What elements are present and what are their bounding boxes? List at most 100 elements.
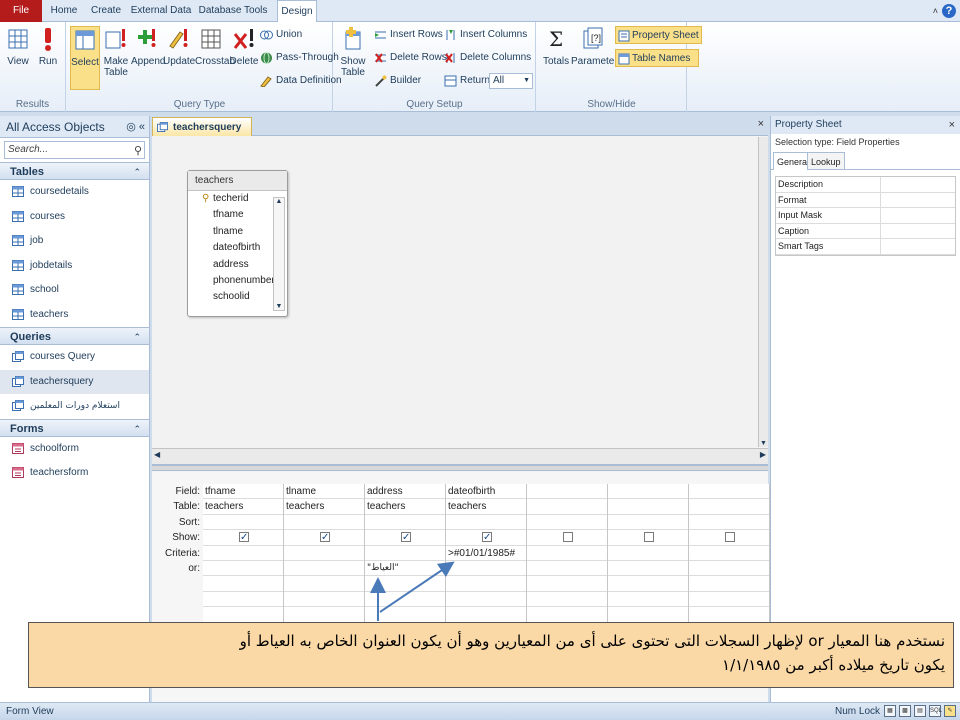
grid-cell-field[interactable]: dateofbirth [446,484,526,500]
grid-cell-empty[interactable] [365,607,445,623]
show-checkbox[interactable] [725,532,735,543]
delete-columns-button[interactable]: Delete Columns [444,49,531,67]
property-value[interactable] [881,239,955,254]
grid-cell-or[interactable] [284,561,364,577]
grid-cell-table[interactable] [689,499,769,515]
grid-cell-or[interactable] [203,561,283,577]
grid-cell-empty[interactable] [689,576,769,592]
minimize-ribbon-icon[interactable]: ˄ [933,6,938,16]
table-pane-horizontal-scrollbar[interactable]: ◀ ▶ [152,448,768,464]
nav-item-schoolform[interactable]: schoolform [0,437,149,462]
scroll-down-icon[interactable]: ▼ [274,303,284,310]
grid-cell-empty[interactable] [527,607,607,623]
grid-cell-show[interactable] [527,530,607,546]
grid-cell-empty[interactable] [608,576,688,592]
grid-cell-table[interactable] [527,499,607,515]
return-select[interactable]: All ▼ [489,73,533,89]
grid-cell-show[interactable] [446,530,526,546]
grid-cell-show[interactable] [689,530,769,546]
chevron-up-icon[interactable]: ⌃ [133,420,141,438]
nav-item-jobdetails[interactable]: jobdetails [0,254,149,279]
grid-cell-empty[interactable] [203,607,283,623]
grid-cell-empty[interactable] [365,576,445,592]
show-checkbox[interactable] [482,530,492,545]
search-icon[interactable]: ⚲ [134,143,142,159]
totals-button[interactable]: Σ Totals [543,26,569,90]
crosstab-button[interactable]: Crosstab [195,26,235,90]
grid-cell-sort[interactable] [689,515,769,531]
view-button[interactable]: View [4,26,32,90]
nav-item-job[interactable]: job [0,229,149,254]
grid-cell-field[interactable] [608,484,688,500]
insert-rows-button[interactable]: Insert Rows [374,26,443,44]
nav-item-courses-query[interactable]: courses Query [0,345,149,370]
property-row[interactable]: Caption [776,223,955,240]
grid-cell-table[interactable]: teachers [365,499,445,515]
tab-lookup[interactable]: Lookup [807,152,845,170]
grid-cell-show[interactable] [203,530,283,546]
tab-external-data[interactable]: External Data [130,0,192,22]
property-row[interactable]: Smart Tags [776,239,955,255]
run-button[interactable]: Run [34,26,62,90]
grid-cell-empty[interactable] [689,607,769,623]
select-query-button[interactable]: Select [70,26,100,90]
nav-item-teachersform[interactable]: teachersform [0,461,149,486]
show-table-button[interactable]: Show Table [338,26,368,90]
show-checkbox[interactable] [563,532,573,543]
grid-cell-field[interactable]: address [365,484,445,500]
show-checkbox[interactable] [320,530,330,545]
sql-view-icon[interactable]: SQL [929,705,942,717]
delete-query-button[interactable]: Delete [229,26,259,90]
insert-columns-button[interactable]: Insert Columns [444,26,527,44]
close-icon[interactable]: × [949,116,955,134]
pivot-chart-view-icon[interactable]: ▤ [914,705,926,717]
nav-item-teacher-courses-query[interactable]: استعلام دورات المعلمين [0,394,149,419]
property-row[interactable]: Format [776,192,955,209]
grid-cell-table[interactable]: teachers [284,499,364,515]
grid-cell-empty[interactable] [365,592,445,608]
field-list-title[interactable]: teachers [188,171,287,191]
nav-section-queries[interactable]: Queries ⌃ [0,327,149,345]
grid-cell-or[interactable] [608,561,688,577]
grid-cell-criteria[interactable] [365,546,445,561]
nav-header[interactable]: All Access Objects ◎ « [0,116,149,138]
grid-cell-sort[interactable] [365,515,445,531]
chevron-up-icon[interactable]: ⌃ [133,163,141,181]
property-row[interactable]: Description [776,177,955,193]
grid-cell-sort[interactable] [284,515,364,531]
grid-cell-criteria[interactable] [527,546,607,561]
nav-search-input[interactable]: Search... ⚲ [4,141,145,159]
append-button[interactable]: Append [131,26,165,90]
grid-cell-field[interactable] [527,484,607,500]
grid-cell-empty[interactable] [284,607,364,623]
property-value[interactable] [881,177,955,192]
grid-cell-empty[interactable] [608,592,688,608]
grid-cell-empty[interactable] [527,592,607,608]
grid-cell-criteria[interactable]: >#01/01/1985# [446,546,526,561]
grid-cell-show[interactable] [365,530,445,546]
pivot-table-view-icon[interactable]: ▩ [899,705,911,717]
grid-cell-field[interactable]: tlname [284,484,364,500]
scroll-up-icon[interactable]: ▲ [274,198,284,205]
union-button[interactable]: Union [260,26,302,44]
property-value[interactable] [881,208,955,223]
pane-splitter[interactable] [152,465,768,471]
nav-section-tables[interactable]: Tables ⌃ [0,162,149,180]
scroll-right-icon[interactable]: ▶ [760,450,766,459]
grid-cell-empty[interactable] [446,607,526,623]
grid-cell-empty[interactable] [446,592,526,608]
help-icon[interactable]: ? [942,4,956,18]
property-value[interactable] [881,193,955,208]
data-definition-button[interactable]: Data Definition [260,72,342,90]
document-tab-teachersquery[interactable]: teachersquery [152,117,253,136]
tab-design[interactable]: Design [277,0,317,23]
grid-cell-table[interactable] [608,499,688,515]
nav-item-teachersquery[interactable]: teachersquery [0,369,149,394]
close-document-icon[interactable]: × [758,118,764,130]
delete-rows-button[interactable]: Delete Rows [374,49,447,67]
grid-cell-criteria[interactable] [689,546,769,561]
field-list-scrollbar[interactable]: ▲ ▼ [273,197,285,311]
nav-section-forms[interactable]: Forms ⌃ [0,418,149,438]
show-checkbox[interactable] [239,530,249,545]
grid-cell-criteria[interactable] [203,546,283,561]
